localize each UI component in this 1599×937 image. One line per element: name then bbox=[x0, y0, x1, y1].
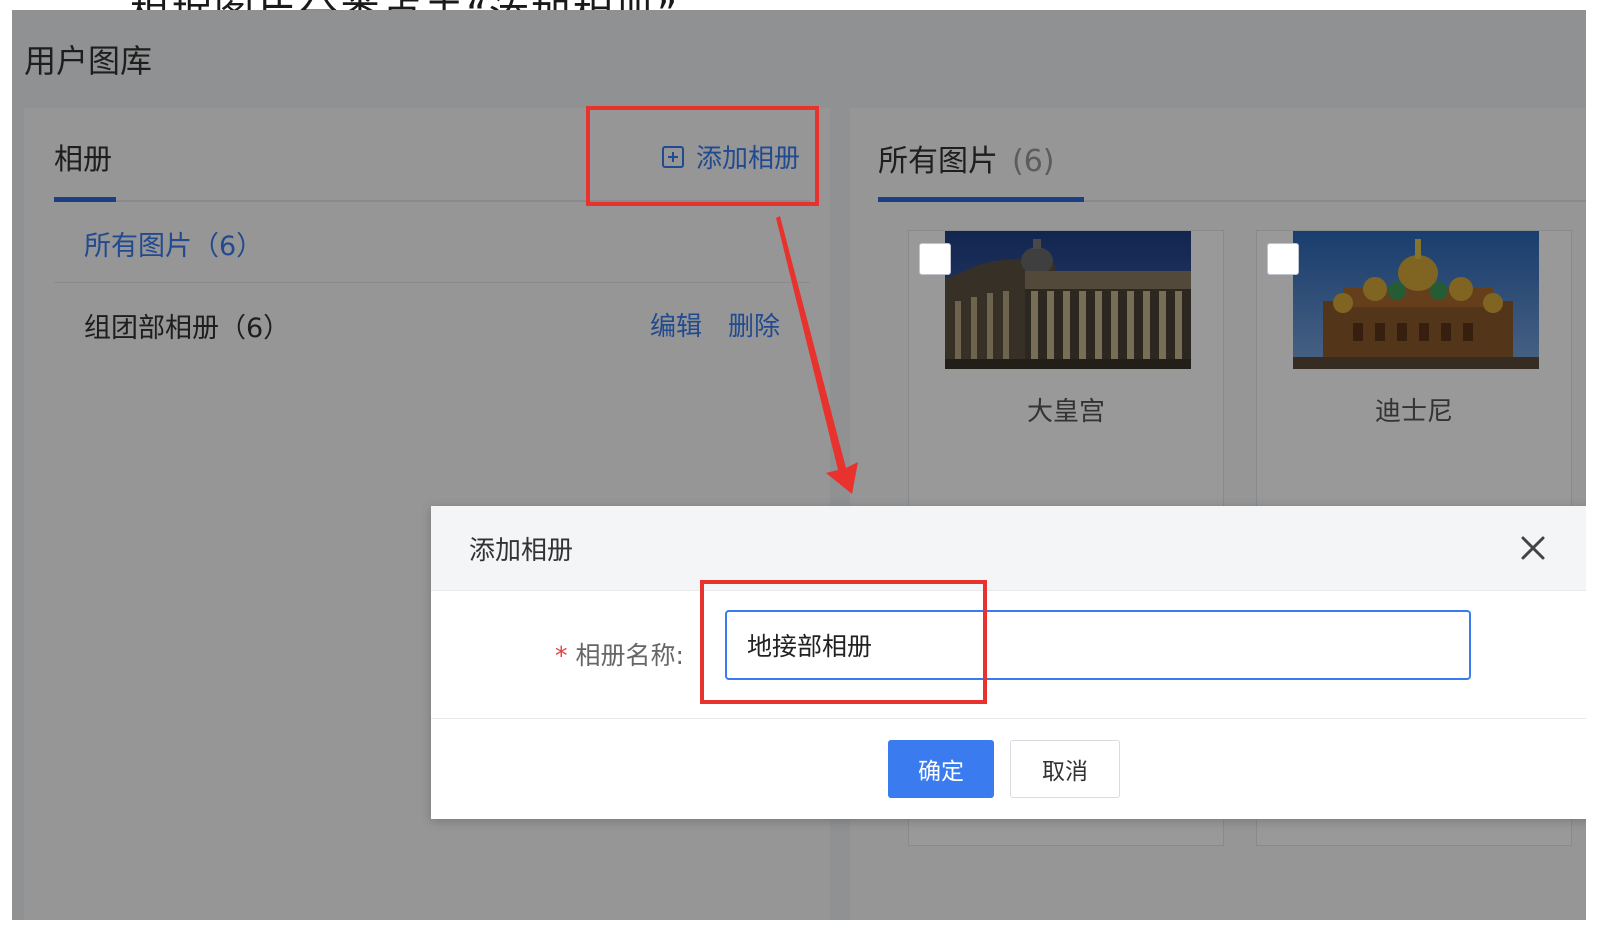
cancel-button[interactable]: 取消 bbox=[1010, 740, 1120, 798]
instruction-text-partial: 根据图片分类点击“添加相册” bbox=[130, 0, 679, 10]
album-name-label: * 相册名称: bbox=[555, 636, 684, 672]
image-select-checkbox[interactable] bbox=[1267, 243, 1299, 275]
right-edge bbox=[1586, 0, 1599, 937]
album-name-input[interactable] bbox=[725, 610, 1471, 680]
dialog-footer: 确定 取消 bbox=[431, 718, 1599, 819]
add-album-dialog: 添加相册 *相册名称: 确定 取消 bbox=[431, 506, 1599, 819]
dialog-title: 添加相册 bbox=[469, 536, 574, 566]
dialog-body: * 相册名称: bbox=[431, 590, 1599, 719]
confirm-button[interactable]: 确定 bbox=[888, 740, 994, 798]
dialog-header: 添加相册 bbox=[431, 506, 1599, 591]
album-name-label-text: 相册名称: bbox=[575, 641, 684, 670]
close-icon[interactable] bbox=[1515, 530, 1551, 566]
required-mark: * bbox=[555, 641, 568, 670]
image-select-checkbox[interactable] bbox=[919, 243, 951, 275]
